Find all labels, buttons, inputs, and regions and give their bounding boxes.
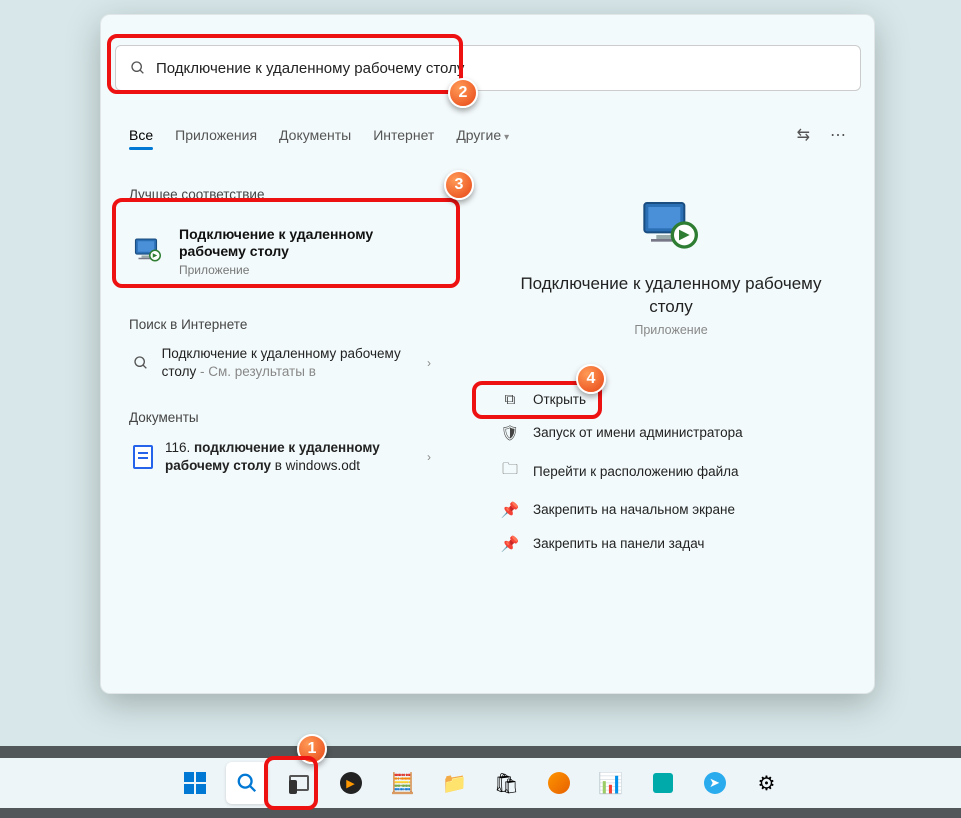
folder-icon: 📁 — [442, 771, 467, 796]
taskview-icon — [289, 775, 309, 791]
shield-icon: 🛡 — [501, 424, 519, 442]
web-result-text: Подключение к удаленному рабочему столу … — [162, 345, 415, 380]
open-icon: ⧉ — [501, 391, 519, 408]
doc-result-item[interactable]: 116. подключение к удаленному рабочему с… — [119, 435, 429, 478]
search-input[interactable] — [156, 60, 846, 77]
telegram-icon: ➤ — [704, 772, 726, 794]
best-match-title: Подключение к удаленному рабочему столу — [179, 226, 437, 261]
taskbar-media-button[interactable]: ▶ — [330, 762, 372, 804]
pin-icon: 📌 — [501, 535, 519, 553]
chevron-right-icon: › — [427, 356, 431, 370]
taskbar-calculator-button[interactable]: 🧮 — [382, 762, 424, 804]
web-result-item[interactable]: Подключение к удаленному рабочему столу … — [119, 341, 429, 384]
section-web: Поиск в Интернете — [129, 317, 247, 332]
section-docs: Документы — [129, 410, 199, 425]
tab-more[interactable]: Другие▾ — [456, 127, 509, 143]
search-icon — [236, 772, 258, 794]
taskbar-telegram-button[interactable]: ➤ — [694, 762, 736, 804]
chevron-right-icon: › — [427, 450, 431, 464]
chart-icon: 📊 — [598, 771, 623, 796]
action-open[interactable]: ⧉ Открыть — [491, 383, 851, 416]
annotation-badge-1: 1 — [297, 734, 327, 764]
search-icon — [130, 60, 146, 76]
tab-apps[interactable]: Приложения — [175, 127, 257, 143]
taskbar-app2-button[interactable] — [642, 762, 684, 804]
taskbar-explorer-button[interactable]: 📁 — [434, 762, 476, 804]
taskbar-start-button[interactable] — [174, 762, 216, 804]
windows-logo-icon — [184, 772, 206, 794]
taskbar: ▶ 🧮 📁 🛍 📊 ➤ ⚙ — [0, 758, 961, 808]
section-best-match: Лучшее соответствие — [129, 187, 264, 202]
firefox-icon — [548, 772, 570, 794]
store-icon: 🛍 — [494, 771, 519, 796]
taskbar-firefox-button[interactable] — [538, 762, 580, 804]
filter-tabs: Все Приложения Документы Интернет Другие… — [129, 120, 846, 150]
pin-icon: 📌 — [501, 501, 519, 519]
detail-subtitle: Приложение — [491, 323, 851, 337]
rdp-app-icon — [131, 233, 167, 269]
tab-all[interactable]: Все — [129, 127, 153, 143]
detail-title: Подключение к удаленному рабочему столу — [491, 273, 851, 319]
action-pin-start[interactable]: 📌 Закрепить на начальном экране — [491, 493, 851, 527]
chevron-down-icon: ▾ — [504, 132, 509, 143]
taskbar-store-button[interactable]: 🛍 — [486, 762, 528, 804]
folder-icon: 🗀 — [501, 458, 519, 485]
best-match-item[interactable]: Подключение к удаленному рабочему столу … — [117, 207, 451, 295]
taskbar-settings-button[interactable]: ⚙ — [746, 762, 788, 804]
action-pin-taskbar[interactable]: 📌 Закрепить на панели задач — [491, 527, 851, 561]
annotation-badge-3: 3 — [444, 170, 474, 200]
more-icon[interactable]: ⋯ — [830, 125, 846, 145]
search-field-wrap[interactable] — [115, 45, 861, 91]
action-list: ⧉ Открыть 🛡 Запуск от имени администрато… — [491, 383, 851, 561]
tab-documents[interactable]: Документы — [279, 127, 351, 143]
calculator-icon: 🧮 — [390, 771, 415, 796]
document-icon — [133, 445, 153, 469]
taskbar-app-button[interactable]: 📊 — [590, 762, 632, 804]
search-icon — [133, 355, 150, 371]
share-icon[interactable]: ⇆ — [797, 125, 810, 145]
action-open-location[interactable]: 🗀 Перейти к расположению файла — [491, 450, 851, 493]
media-icon: ▶ — [340, 772, 362, 794]
start-search-panel: Все Приложения Документы Интернет Другие… — [100, 14, 875, 694]
detail-pane: Подключение к удаленному рабочему столу … — [491, 195, 851, 561]
best-match-subtitle: Приложение — [179, 263, 437, 277]
action-run-admin[interactable]: 🛡 Запуск от имени администратора — [491, 416, 851, 450]
rdp-app-icon — [639, 195, 703, 259]
tab-web[interactable]: Интернет — [373, 127, 434, 143]
app-icon — [653, 773, 673, 793]
gear-icon: ⚙ — [758, 771, 776, 796]
annotation-badge-4: 4 — [576, 364, 606, 394]
tab-underline — [129, 147, 153, 150]
taskbar-taskview-button[interactable] — [278, 762, 320, 804]
doc-result-text: 116. подключение к удаленному рабочему с… — [165, 439, 415, 474]
taskbar-search-button[interactable] — [226, 762, 268, 804]
annotation-badge-2: 2 — [448, 78, 478, 108]
